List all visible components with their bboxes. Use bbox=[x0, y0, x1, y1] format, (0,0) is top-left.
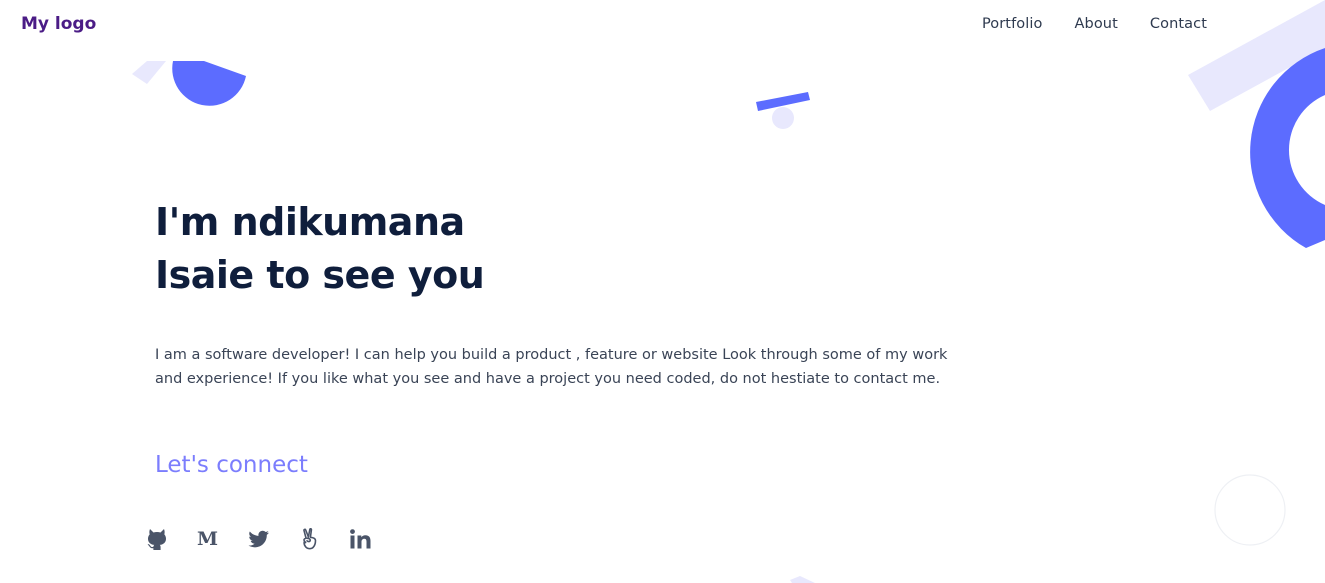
medium-icon: M bbox=[196, 528, 219, 550]
angellist-icon bbox=[302, 528, 316, 550]
hero-description: I am a software developer! I can help yo… bbox=[155, 347, 948, 387]
lavender-rect-shape bbox=[132, 61, 166, 84]
social-links: M bbox=[146, 527, 371, 551]
linkedin-icon bbox=[350, 529, 371, 549]
linkedin-link[interactable] bbox=[350, 527, 371, 551]
twitter-link[interactable] bbox=[248, 527, 269, 551]
logo-link[interactable]: My logo bbox=[21, 14, 96, 34]
top-navigation: My logo Portfolio About Contact bbox=[0, 0, 1325, 52]
hero-title-line2: Isaie to see you bbox=[155, 253, 485, 297]
outline-circle-shape bbox=[1214, 474, 1286, 546]
lavender-dot-shape bbox=[772, 107, 794, 129]
nav-links: Portfolio About Contact bbox=[982, 16, 1207, 32]
blue-semicircle-shape bbox=[172, 61, 246, 106]
github-icon bbox=[147, 529, 166, 550]
hero-title-line1: I'm ndikumana bbox=[155, 200, 465, 244]
twitter-icon bbox=[248, 530, 269, 547]
github-link[interactable] bbox=[146, 527, 167, 551]
nav-link-about[interactable]: About bbox=[1075, 16, 1118, 32]
blue-ring-shape bbox=[1250, 48, 1325, 248]
blue-bar-shape bbox=[756, 92, 810, 111]
nav-link-portfolio[interactable]: Portfolio bbox=[982, 16, 1043, 32]
hero-title: I'm ndikumana Isaie to see you bbox=[155, 196, 485, 302]
medium-link[interactable]: M bbox=[197, 527, 218, 551]
nav-link-contact[interactable]: Contact bbox=[1150, 16, 1207, 32]
lavender-sliver-shape bbox=[790, 576, 815, 583]
angellist-link[interactable] bbox=[299, 527, 320, 551]
connect-heading: Let's connect bbox=[155, 452, 308, 478]
